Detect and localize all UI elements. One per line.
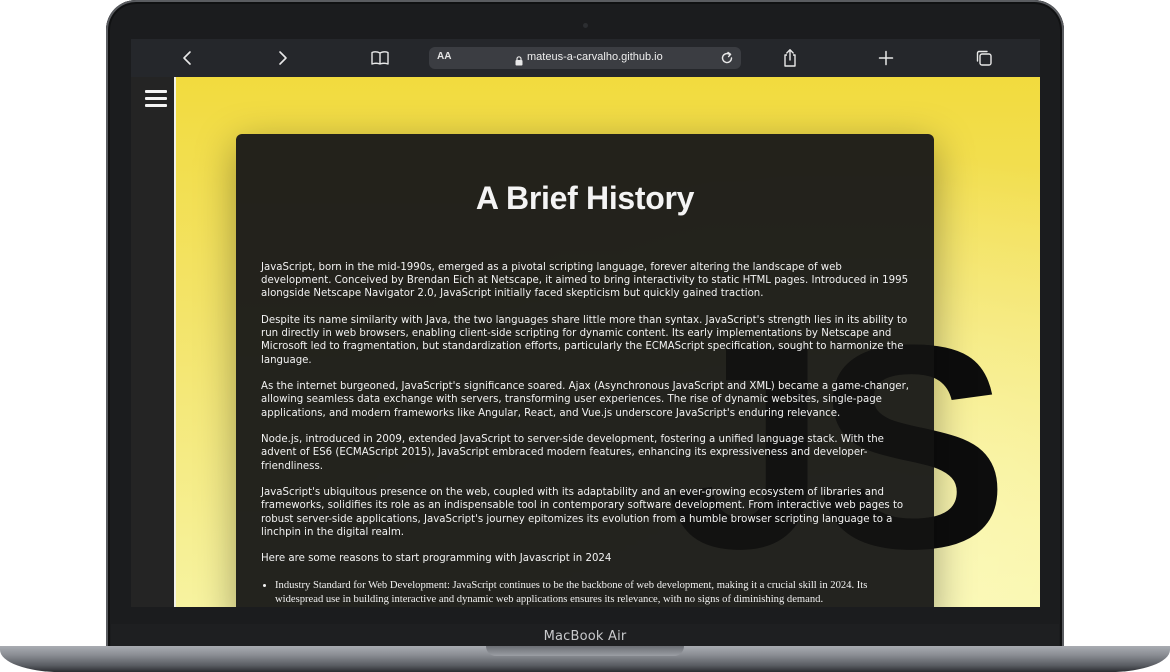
history-card: JS A Brief History JavaScript, born in t… <box>236 134 934 607</box>
plus-icon[interactable] <box>875 47 897 69</box>
list-item: Industry Standard for Web Development: J… <box>275 579 913 606</box>
page-title: A Brief History <box>475 180 695 216</box>
screen: AA mateus-a-carvalho.github.io JS A Brie… <box>131 39 1040 607</box>
hinge-notch <box>486 646 684 656</box>
reasons-intro: Here are some reasons to start programmi… <box>261 553 612 565</box>
hamburger-menu-icon[interactable] <box>145 90 167 110</box>
sidebar <box>131 77 176 607</box>
address-bar[interactable]: AA mateus-a-carvalho.github.io <box>429 47 741 69</box>
bottom-bezel: MacBook Air <box>111 624 1059 648</box>
lock-icon <box>515 53 523 71</box>
model-label: MacBook Air <box>543 628 627 644</box>
history-paragraph: Despite its name similarity with Java, t… <box>261 315 908 366</box>
history-paragraph: JavaScript, born in the mid-1990s, emerg… <box>261 262 909 300</box>
book-icon[interactable] <box>369 47 391 69</box>
reload-icon[interactable] <box>719 50 735 71</box>
history-paragraph: As the internet burgeoned, JavaScript's … <box>261 381 909 419</box>
text-size-button[interactable]: AA <box>437 51 451 62</box>
url-text: mateus-a-carvalho.github.io <box>527 51 663 63</box>
camera-icon <box>583 23 588 28</box>
reasons-list: Industry Standard for Web Development: J… <box>261 579 913 606</box>
history-content: JavaScript, born in the mid-1990s, emerg… <box>261 261 913 606</box>
history-paragraph: JavaScript's ubiquitous presence on the … <box>261 487 904 538</box>
history-paragraph: Node.js, introduced in 2009, extended Ja… <box>261 434 884 472</box>
tabs-icon[interactable] <box>973 47 995 69</box>
browser-toolbar: AA mateus-a-carvalho.github.io <box>131 39 1040 77</box>
chevron-left-icon[interactable] <box>176 47 198 69</box>
share-icon[interactable] <box>779 47 801 69</box>
web-page: JS JS A Brief History JavaScript, born i… <box>131 77 1040 607</box>
chevron-right-icon[interactable] <box>272 47 294 69</box>
